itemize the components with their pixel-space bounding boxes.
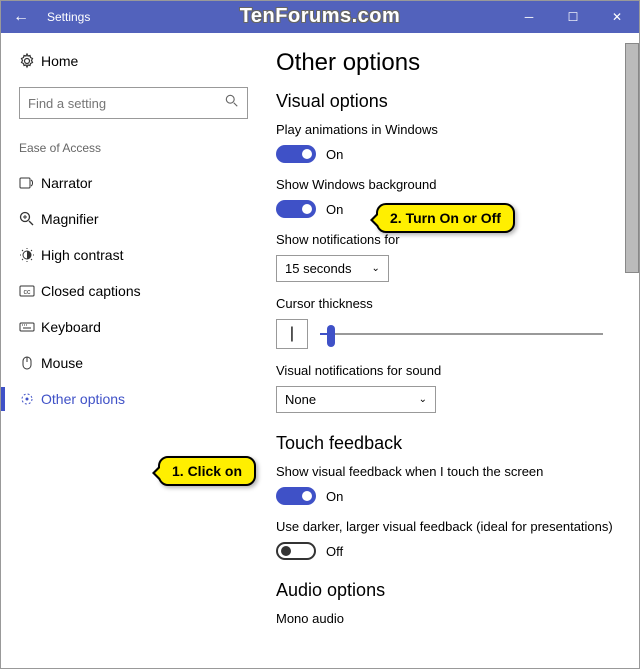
sidebar-item-mouse[interactable]: Mouse [1, 345, 266, 381]
toggle-state: On [326, 202, 343, 217]
slider-thumb[interactable] [327, 325, 335, 347]
setting-label: Show notifications for [276, 232, 633, 247]
setting-label: Use darker, larger visual feedback (idea… [276, 519, 633, 534]
main-panel: Other options Visual options Play animat… [266, 33, 639, 668]
gear-icon [19, 53, 41, 69]
audio-options-heading: Audio options [276, 580, 633, 601]
svg-text:cc: cc [24, 289, 32, 296]
sidebar-item-label: Mouse [41, 355, 83, 371]
setting-touch-visual: Show visual feedback when I touch the sc… [276, 464, 633, 505]
sidebar-item-high-contrast[interactable]: High contrast [1, 237, 266, 273]
home-label: Home [41, 53, 78, 69]
setting-label: Show Windows background [276, 177, 633, 192]
sidebar-item-label: Other options [41, 391, 125, 407]
setting-label: Visual notifications for sound [276, 363, 633, 378]
toggle-state: On [326, 147, 343, 162]
magnifier-icon [19, 211, 41, 227]
setting-visual-notifications: Visual notifications for sound None ⌄ [276, 363, 633, 413]
search-box[interactable] [19, 87, 248, 119]
scrollbar[interactable] [625, 43, 639, 668]
home-nav[interactable]: Home [1, 47, 266, 75]
maximize-button[interactable]: ☐ [551, 1, 595, 33]
setting-cursor-thickness: Cursor thickness | [276, 296, 633, 349]
window-controls: ─ ☐ ✕ [507, 1, 639, 33]
setting-label: Cursor thickness [276, 296, 633, 311]
toggle-state: Off [326, 544, 343, 559]
close-button[interactable]: ✕ [595, 1, 639, 33]
sidebar-item-label: Magnifier [41, 211, 99, 227]
keyboard-icon [19, 319, 41, 335]
cursor-thickness-slider[interactable] [320, 333, 603, 335]
setting-touch-darker: Use darker, larger visual feedback (idea… [276, 519, 633, 560]
callout-1: 1. Click on [158, 456, 256, 486]
sidebar: Home Ease of Access Narrator Magnifier H… [1, 33, 266, 668]
sidebar-item-label: High contrast [41, 247, 123, 263]
chevron-down-icon: ⌄ [372, 263, 380, 274]
minimize-button[interactable]: ─ [507, 1, 551, 33]
mouse-icon [19, 355, 41, 371]
titlebar: ← Settings ─ ☐ ✕ [1, 1, 639, 33]
sidebar-item-label: Closed captions [41, 283, 141, 299]
sidebar-item-other-options[interactable]: Other options [1, 381, 266, 417]
content: Home Ease of Access Narrator Magnifier H… [1, 33, 639, 668]
dropdown-value: None [285, 392, 316, 407]
sidebar-item-label: Keyboard [41, 319, 101, 335]
cursor-preview: | [276, 319, 308, 349]
visual-options-heading: Visual options [276, 91, 633, 112]
window-title: Settings [47, 10, 90, 24]
sidebar-item-label: Narrator [41, 175, 92, 191]
closed-captions-icon: cc [19, 283, 41, 299]
touch-visual-toggle[interactable] [276, 487, 316, 505]
setting-play-animations: Play animations in Windows On [276, 122, 633, 163]
toggle-state: On [326, 489, 343, 504]
show-background-toggle[interactable] [276, 200, 316, 218]
notifications-dropdown[interactable]: 15 seconds ⌄ [276, 255, 389, 282]
back-button[interactable]: ← [1, 8, 41, 26]
touch-darker-toggle[interactable] [276, 542, 316, 560]
page-title: Other options [276, 49, 633, 77]
section-label: Ease of Access [1, 137, 266, 165]
sidebar-item-closed-captions[interactable]: cc Closed captions [1, 273, 266, 309]
callout-2: 2. Turn On or Off [376, 203, 515, 233]
search-input[interactable] [28, 96, 225, 111]
setting-notifications-duration: Show notifications for 15 seconds ⌄ [276, 232, 633, 282]
chevron-down-icon: ⌄ [419, 394, 427, 405]
search-icon [225, 94, 239, 113]
touch-feedback-heading: Touch feedback [276, 433, 633, 454]
scrollbar-thumb[interactable] [625, 43, 639, 273]
dropdown-value: 15 seconds [285, 261, 352, 276]
setting-label: Play animations in Windows [276, 122, 633, 137]
sidebar-item-keyboard[interactable]: Keyboard [1, 309, 266, 345]
sidebar-item-narrator[interactable]: Narrator [1, 165, 266, 201]
sidebar-item-magnifier[interactable]: Magnifier [1, 201, 266, 237]
visual-notifications-dropdown[interactable]: None ⌄ [276, 386, 436, 413]
setting-label: Show visual feedback when I touch the sc… [276, 464, 633, 479]
other-options-icon [19, 391, 41, 407]
mono-audio-label: Mono audio [276, 611, 633, 626]
narrator-icon [19, 175, 41, 191]
play-animations-toggle[interactable] [276, 145, 316, 163]
high-contrast-icon [19, 247, 41, 263]
